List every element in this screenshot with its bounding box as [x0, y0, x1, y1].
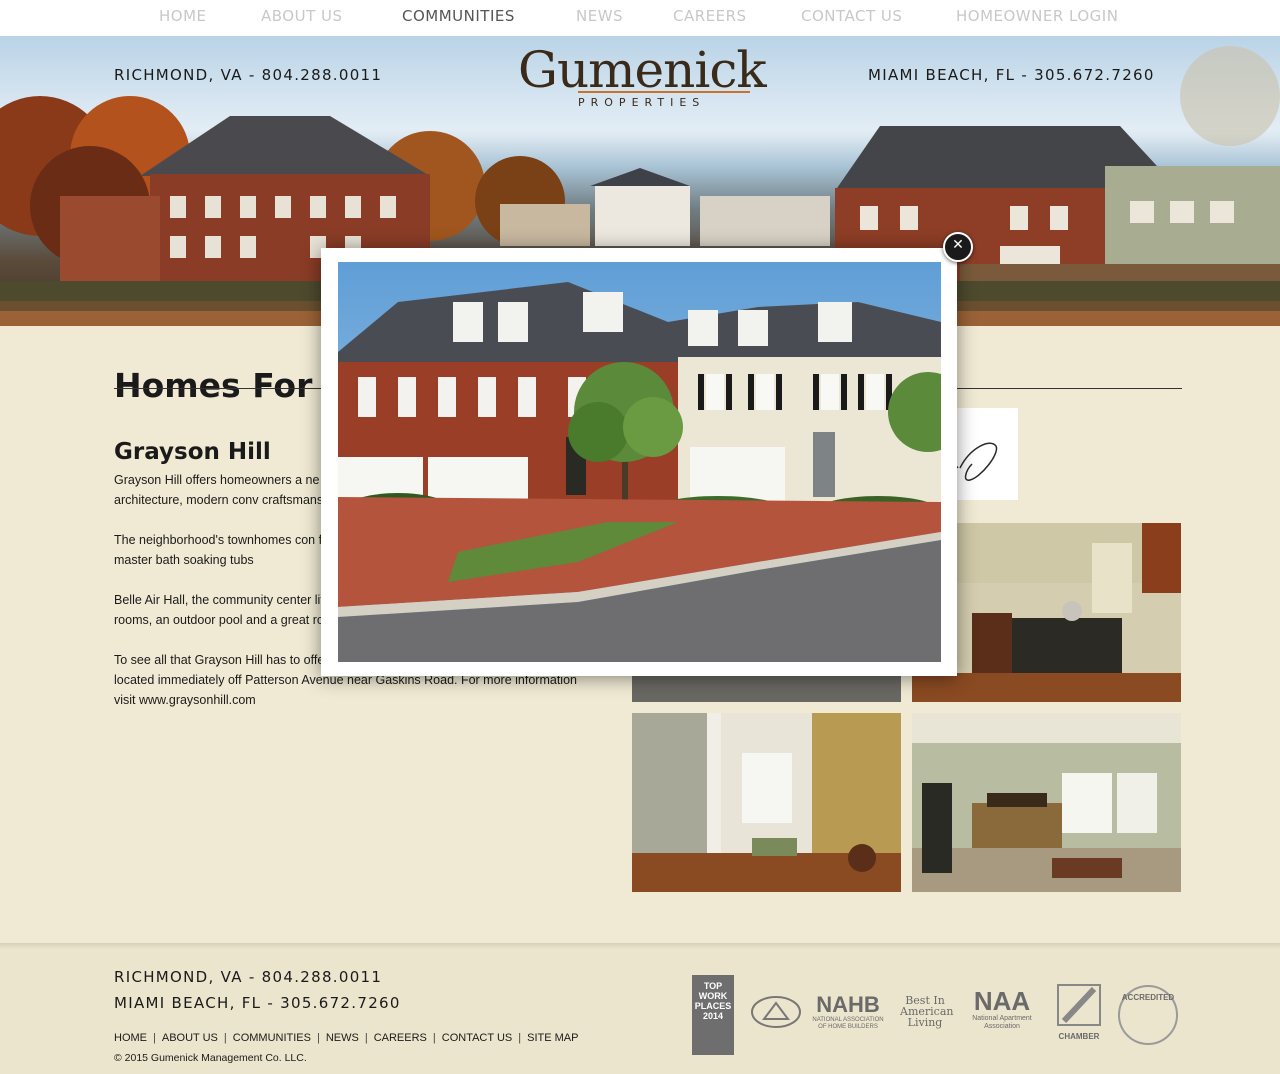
- lightbox-modal: [321, 248, 957, 676]
- townhome-photo: [338, 262, 941, 662]
- lightbox-image[interactable]: [338, 262, 941, 662]
- lightbox-overlay: close-icon ✕: [0, 0, 1280, 1074]
- close-icon[interactable]: close-icon: [943, 232, 973, 262]
